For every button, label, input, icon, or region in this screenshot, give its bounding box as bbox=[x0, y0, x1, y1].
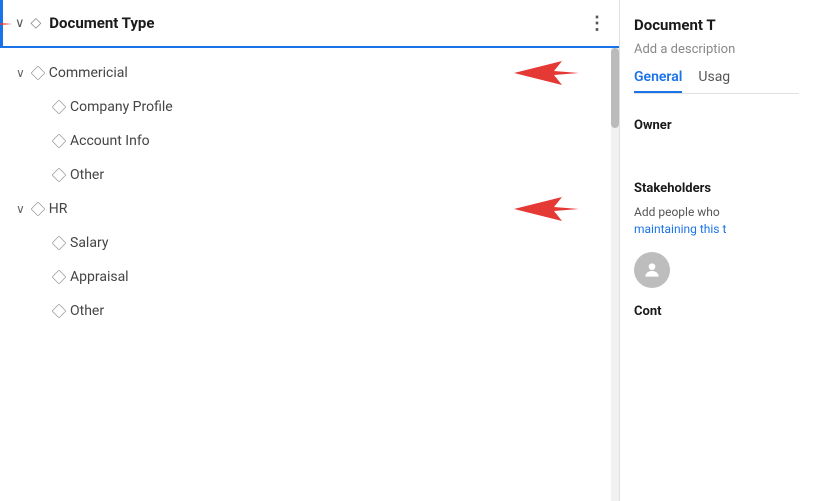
tree-item-company-profile[interactable]: Company Profile bbox=[0, 90, 619, 124]
tab-general[interactable]: General bbox=[634, 69, 682, 93]
tabs-row: General Usag bbox=[634, 69, 799, 94]
header-chevron[interactable]: ∨ bbox=[15, 16, 25, 31]
doc-title: Document T bbox=[634, 16, 799, 34]
appraisal-icon bbox=[52, 270, 67, 285]
red-arrow-header bbox=[0, 6, 13, 42]
other-commercial-label: Other bbox=[70, 167, 104, 183]
header-title: Document Type bbox=[49, 14, 588, 32]
salary-icon bbox=[52, 236, 67, 251]
commercial-chevron: ∨ bbox=[16, 66, 25, 80]
account-info-label: Account Info bbox=[70, 133, 150, 149]
red-arrow-commercial bbox=[514, 58, 579, 88]
other-hr-icon bbox=[52, 304, 67, 319]
other-commercial-icon bbox=[52, 168, 67, 183]
salary-label: Salary bbox=[70, 235, 108, 251]
doc-subtitle: Add a description bbox=[634, 42, 799, 57]
tab-usage[interactable]: Usag bbox=[698, 69, 730, 93]
appraisal-label: Appraisal bbox=[70, 269, 129, 285]
more-button[interactable]: ⋮ bbox=[588, 13, 607, 34]
tree-item-appraisal[interactable]: Appraisal bbox=[0, 260, 619, 294]
tree-item-other-commercial[interactable]: Other bbox=[0, 158, 619, 192]
stakeholders-desc: Add people who maintaining this t bbox=[634, 204, 799, 238]
hr-icon bbox=[30, 202, 45, 217]
left-panel: ∨ ◇ Document Type ⋮ ∨ Commericial Compan… bbox=[0, 0, 620, 501]
company-profile-icon bbox=[52, 100, 67, 115]
hr-label: HR bbox=[49, 201, 68, 217]
other-hr-label: Other bbox=[70, 303, 104, 319]
bottom-label: Cont bbox=[634, 304, 799, 319]
tree-header: ∨ ◇ Document Type ⋮ bbox=[0, 0, 619, 48]
tree-item-other-hr[interactable]: Other bbox=[0, 294, 619, 328]
tree-item-account-info[interactable]: Account Info bbox=[0, 124, 619, 158]
right-panel: Document T Add a description General Usa… bbox=[620, 0, 813, 501]
commercial-icon bbox=[30, 66, 45, 81]
avatar bbox=[634, 252, 670, 288]
tree-body: ∨ Commericial Company Profile Account In… bbox=[0, 48, 619, 501]
hr-chevron: ∨ bbox=[16, 202, 25, 216]
tree-item-salary[interactable]: Salary bbox=[0, 226, 619, 260]
owner-label: Owner bbox=[634, 118, 799, 133]
commercial-label: Commericial bbox=[49, 65, 128, 81]
scrollbar-track[interactable] bbox=[611, 48, 619, 501]
company-profile-label: Company Profile bbox=[70, 99, 173, 115]
account-info-icon bbox=[52, 134, 67, 149]
scrollbar-thumb[interactable] bbox=[611, 48, 619, 128]
header-tag-icon: ◇ bbox=[31, 15, 42, 31]
red-arrow-hr bbox=[514, 194, 579, 224]
tree-item-commercial[interactable]: ∨ Commericial bbox=[0, 56, 619, 90]
tree-item-hr[interactable]: ∨ HR bbox=[0, 192, 619, 226]
stakeholders-label: Stakeholders bbox=[634, 181, 799, 196]
